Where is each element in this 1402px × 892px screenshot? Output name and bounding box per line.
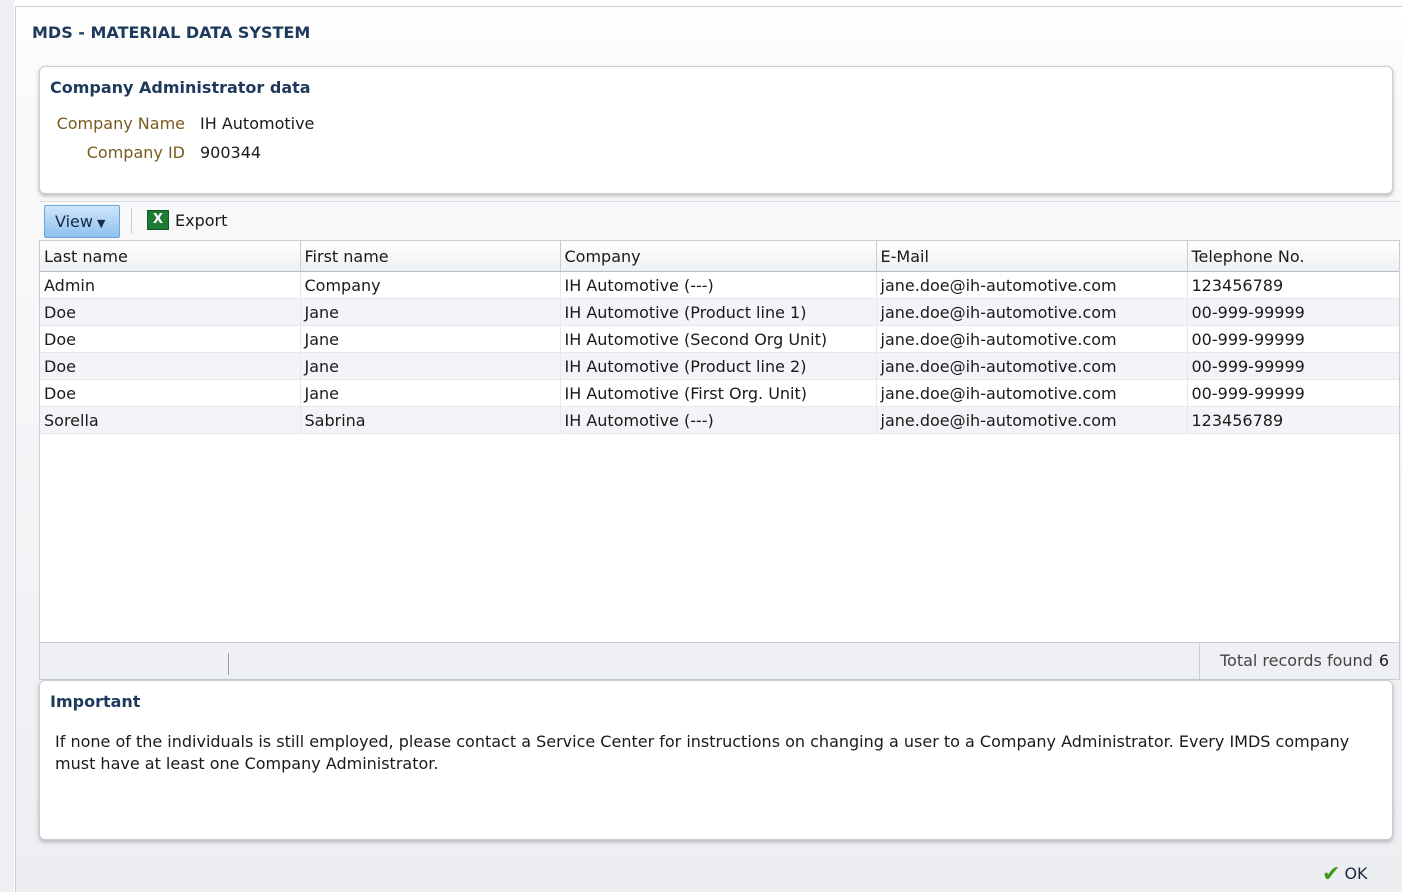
- administrators-table: Last name First name Company E-Mail Tele…: [39, 240, 1400, 680]
- column-header-email[interactable]: E-Mail: [876, 241, 1188, 272]
- table-row[interactable]: Doe Jane IH Automotive (Product line 1) …: [40, 298, 1399, 326]
- company-admin-title: Company Administrator data: [50, 78, 311, 97]
- important-panel: Important If none of the individuals is …: [39, 680, 1393, 840]
- total-records-count: 6: [1378, 651, 1389, 670]
- cell-email: jane.doe@ih-automotive.com: [876, 379, 1188, 407]
- total-records: Total records found 6: [1199, 643, 1399, 679]
- export-button[interactable]: X Export: [147, 206, 227, 236]
- column-header-telephone[interactable]: Telephone No.: [1187, 241, 1399, 272]
- cell-first-name: Sabrina: [300, 406, 561, 434]
- cell-email: jane.doe@ih-automotive.com: [876, 298, 1188, 326]
- important-title: Important: [50, 692, 141, 711]
- cell-last-name: Admin: [40, 271, 301, 299]
- table-row[interactable]: Sorella Sabrina IH Automotive (---) jane…: [40, 406, 1399, 434]
- cell-company: IH Automotive (---): [560, 271, 877, 299]
- cell-first-name: Jane: [300, 298, 561, 326]
- cell-first-name: Jane: [300, 325, 561, 353]
- cell-email: jane.doe@ih-automotive.com: [876, 406, 1188, 434]
- cell-first-name: Company: [300, 271, 561, 299]
- administrators-grid: Last name First name Company E-Mail Tele…: [40, 241, 1399, 434]
- cell-telephone: 00-999-99999: [1187, 325, 1399, 353]
- cell-last-name: Doe: [40, 352, 301, 380]
- view-button-label: View: [55, 212, 93, 231]
- column-header-last-name[interactable]: Last name: [40, 241, 301, 272]
- cell-company: IH Automotive (---): [560, 406, 877, 434]
- company-name-value: IH Automotive: [200, 114, 315, 133]
- total-records-label: Total records found: [1219, 651, 1373, 670]
- column-header-company[interactable]: Company: [560, 241, 877, 272]
- dialog-title: MDS - MATERIAL DATA SYSTEM: [32, 23, 311, 42]
- cell-first-name: Jane: [300, 379, 561, 407]
- table-row[interactable]: Admin Company IH Automotive (---) jane.d…: [40, 271, 1399, 299]
- cell-email: jane.doe@ih-automotive.com: [876, 325, 1188, 353]
- cell-company: IH Automotive (Product line 2): [560, 352, 877, 380]
- company-name-label: Company Name: [56, 114, 185, 133]
- check-icon: ✔: [1322, 861, 1341, 887]
- cell-telephone: 00-999-99999: [1187, 379, 1399, 407]
- cell-last-name: Sorella: [40, 406, 301, 434]
- grid-toolbar: View ▼ X Export: [39, 201, 1400, 240]
- cell-last-name: Doe: [40, 298, 301, 326]
- view-menu-button[interactable]: View ▼: [44, 205, 120, 238]
- table-row[interactable]: Doe Jane IH Automotive (Product line 2) …: [40, 352, 1399, 380]
- cell-telephone: 00-999-99999: [1187, 298, 1399, 326]
- background-window-edge: [0, 0, 14, 892]
- cell-company: IH Automotive (Product line 1): [560, 298, 877, 326]
- toolbar-separator: [131, 208, 132, 234]
- table-header-row: Last name First name Company E-Mail Tele…: [40, 241, 1399, 272]
- cell-telephone: 123456789: [1187, 406, 1399, 434]
- cell-company: IH Automotive (First Org. Unit): [560, 379, 877, 407]
- cell-email: jane.doe@ih-automotive.com: [876, 352, 1188, 380]
- table-row[interactable]: Doe Jane IH Automotive (Second Org Unit)…: [40, 325, 1399, 353]
- company-admin-panel: Company Administrator data Company Name …: [39, 66, 1393, 194]
- company-id-value: 900344: [200, 143, 262, 162]
- cell-telephone: 00-999-99999: [1187, 352, 1399, 380]
- cell-telephone: 123456789: [1187, 271, 1399, 299]
- company-id-label: Company ID: [86, 143, 185, 162]
- cell-last-name: Doe: [40, 379, 301, 407]
- important-message: If none of the individuals is still empl…: [55, 732, 1350, 773]
- grid-status-bar: Total records found 6: [40, 642, 1399, 679]
- cell-last-name: Doe: [40, 325, 301, 353]
- cell-first-name: Jane: [300, 352, 561, 380]
- caret-down-icon: ▼: [96, 217, 106, 230]
- ok-button[interactable]: ✔ OK: [1322, 859, 1368, 889]
- ok-button-label: OK: [1344, 864, 1368, 883]
- mds-dialog: MDS - MATERIAL DATA SYSTEM Company Admin…: [15, 6, 1402, 892]
- table-row[interactable]: Doe Jane IH Automotive (First Org. Unit)…: [40, 379, 1399, 407]
- export-button-label: Export: [175, 211, 228, 230]
- cell-email: jane.doe@ih-automotive.com: [876, 271, 1188, 299]
- column-header-first-name[interactable]: First name: [300, 241, 561, 272]
- excel-icon: X: [147, 209, 169, 230]
- cell-company: IH Automotive (Second Org Unit): [560, 325, 877, 353]
- status-separator: [228, 653, 229, 675]
